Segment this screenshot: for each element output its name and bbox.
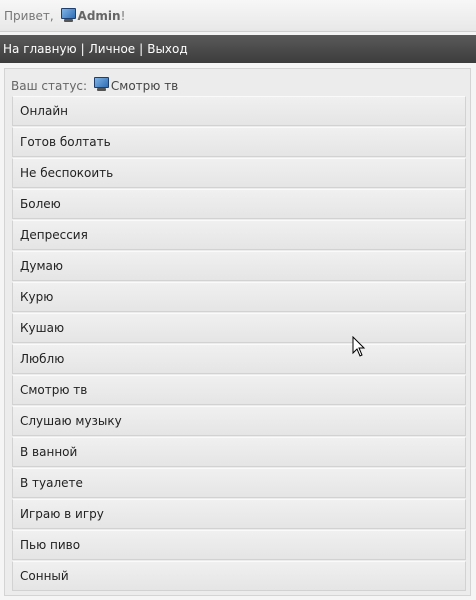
- greeting-text: Привет,: [4, 8, 54, 23]
- status-panel: Ваш статус: Смотрю тв Онлайн Готов болтат…: [4, 68, 471, 596]
- nav-home-link[interactable]: На главную: [3, 42, 77, 56]
- nav-logout-link[interactable]: Выход: [147, 42, 187, 56]
- status-option[interactable]: Пью пиво: [12, 530, 466, 560]
- current-status-value: Смотрю тв: [110, 79, 179, 93]
- status-option[interactable]: Онлайн: [12, 96, 466, 126]
- status-label: Ваш статус:: [11, 79, 88, 93]
- nav-bar: На главную | Личное | Выход: [0, 35, 476, 63]
- status-option[interactable]: Сонный: [12, 561, 466, 591]
- greeting-bar: Привет, Admin!: [0, 0, 476, 32]
- nav-personal-link[interactable]: Личное: [89, 42, 135, 56]
- status-option[interactable]: Кушаю: [12, 313, 466, 343]
- username[interactable]: Admin: [78, 9, 121, 23]
- status-option[interactable]: В ванной: [12, 437, 466, 467]
- status-option[interactable]: Готов болтать: [12, 127, 466, 157]
- nav-separator: |: [80, 42, 85, 56]
- greeting-exclaim: !: [120, 8, 126, 23]
- status-option[interactable]: В туалете: [12, 468, 466, 498]
- status-option[interactable]: Депрессия: [12, 220, 466, 250]
- status-option[interactable]: Курю: [12, 282, 466, 312]
- status-list: Онлайн Готов болтать Не беспокоить Болею Деп…: [12, 96, 466, 592]
- status-option[interactable]: Люблю: [12, 344, 466, 374]
- status-option[interactable]: Не беспокоить: [12, 158, 466, 188]
- status-option[interactable]: Думаю: [12, 251, 466, 281]
- status-option[interactable]: Слушаю музыку: [12, 406, 466, 436]
- status-option[interactable]: Болею: [12, 189, 466, 219]
- current-status: Ваш статус: Смотрю тв: [11, 77, 178, 93]
- status-option[interactable]: Играю в игру: [12, 499, 466, 529]
- mouse-cursor-icon: [352, 336, 366, 357]
- nav-separator: |: [139, 42, 144, 56]
- monitor-icon: [93, 77, 109, 92]
- monitor-icon: [60, 8, 76, 23]
- status-option[interactable]: Смотрю тв: [12, 375, 466, 405]
